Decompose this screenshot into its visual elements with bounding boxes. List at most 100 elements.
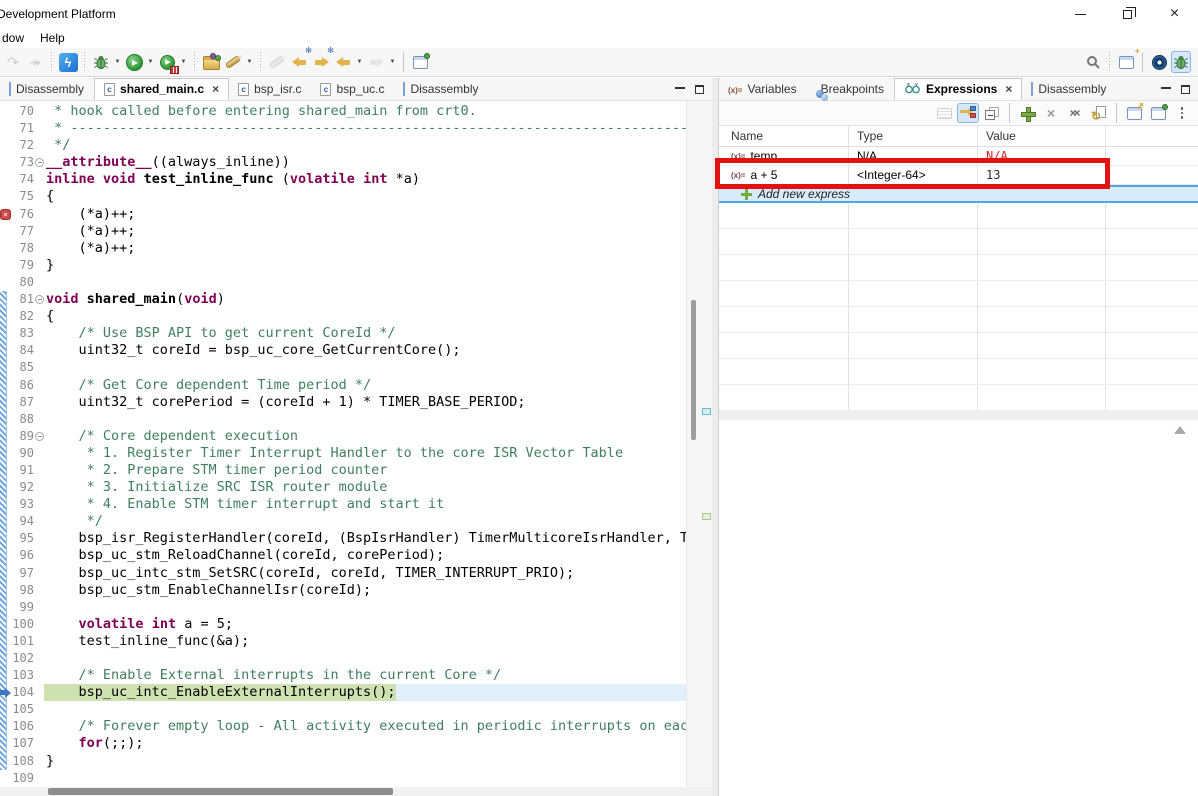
line-number[interactable]: 85	[10, 359, 34, 376]
gutter-marker-column[interactable]	[0, 240, 10, 257]
view-menu-icon[interactable]	[1171, 103, 1193, 123]
code-line[interactable]: ×76 (*a)++;	[0, 206, 686, 223]
gutter-marker-column[interactable]	[0, 633, 10, 650]
line-number[interactable]: 94	[10, 513, 34, 530]
line-number[interactable]: 106	[10, 718, 34, 735]
gutter-marker-column[interactable]	[0, 684, 10, 701]
code-line[interactable]: 91 * 2. Prepare STM timer period counter	[0, 462, 686, 479]
line-number[interactable]: 81	[10, 291, 34, 308]
dropdown-arrow-icon[interactable]: ▼	[113, 59, 122, 65]
gutter-marker-column[interactable]	[0, 394, 10, 411]
gutter-marker-column[interactable]	[0, 137, 10, 154]
gutter-marker-column[interactable]	[0, 547, 10, 564]
line-number[interactable]: 73	[10, 154, 34, 171]
add-new-expression-row[interactable]: Add new express	[719, 185, 1198, 203]
line-number[interactable]: 92	[10, 479, 34, 496]
code-line[interactable]: 88	[0, 411, 686, 428]
line-number[interactable]: 103	[10, 667, 34, 684]
code-text[interactable]: */	[44, 513, 686, 530]
gutter-marker-column[interactable]	[0, 753, 10, 770]
code-text[interactable]: (*a)++;	[44, 206, 686, 223]
line-number[interactable]: 72	[10, 137, 34, 154]
line-number[interactable]: 89	[10, 428, 34, 445]
code-text[interactable]: /* Enable External interrupts in the cur…	[44, 667, 686, 684]
code-line[interactable]: 81void shared_main(void)	[0, 291, 686, 308]
debug-perspective-icon[interactable]	[1171, 51, 1191, 73]
code-text[interactable]: * 3. Initialize SRC ISR router module	[44, 479, 686, 496]
code-text[interactable]: {	[44, 188, 686, 205]
line-number[interactable]: 108	[10, 753, 34, 770]
open-new-window-icon[interactable]	[410, 51, 430, 73]
code-text[interactable]: * hook called before entering shared_mai…	[44, 103, 686, 120]
horizontal-scrollbar[interactable]	[0, 787, 712, 796]
gutter-marker-column[interactable]	[0, 291, 10, 308]
next-edit-location-icon[interactable]: ✻	[311, 51, 331, 73]
tab-close-icon[interactable]: ×	[1005, 82, 1012, 96]
gutter-marker-column[interactable]	[0, 103, 10, 120]
code-text[interactable]: * 1. Register Timer Interrupt Handler to…	[44, 445, 686, 462]
column-header-type[interactable]: Type	[849, 126, 978, 146]
tab-expressions[interactable]: xyExpressions×	[894, 78, 1022, 100]
line-number[interactable]: 78	[10, 240, 34, 257]
code-line[interactable]: 108}	[0, 753, 686, 770]
gutter-marker-column[interactable]	[0, 513, 10, 530]
run-icon[interactable]: ▶	[124, 51, 144, 73]
code-line[interactable]: 82{	[0, 308, 686, 325]
gutter-marker-column[interactable]	[0, 445, 10, 462]
last-edit-location-icon[interactable]: ✻	[289, 51, 309, 73]
code-text[interactable]: test_inline_func(&a);	[44, 633, 686, 650]
cpp-perspective-icon[interactable]	[1149, 51, 1169, 73]
menu-item-help[interactable]: Help	[32, 28, 73, 48]
code-text[interactable]: bsp_uc_stm_EnableChannelIsr(coreId);	[44, 582, 686, 599]
line-number[interactable]: 95	[10, 530, 34, 547]
code-text[interactable]: bsp_uc_intc_EnableExternalInterrupts();	[44, 684, 686, 701]
minimize-view-icon[interactable]	[1161, 86, 1171, 89]
code-line[interactable]: 89 /* Core dependent execution	[0, 428, 686, 445]
code-text[interactable]: inline void test_inline_func (volatile i…	[44, 171, 686, 188]
gutter-marker-column[interactable]	[0, 599, 10, 616]
tab-disassembly[interactable]: Disassembly	[1022, 78, 1116, 100]
remove-expression-icon[interactable]: ×	[1040, 103, 1062, 123]
code-text[interactable]: (*a)++;	[44, 240, 686, 257]
line-number[interactable]: 91	[10, 462, 34, 479]
code-line[interactable]: 83 /* Use BSP API to get current CoreId …	[0, 325, 686, 342]
dropdown-arrow-icon[interactable]: ▼	[179, 59, 188, 65]
code-text[interactable]	[44, 359, 686, 376]
reevaluate-icon[interactable]: ↻	[1088, 103, 1110, 123]
overview-marker-highlight[interactable]	[702, 513, 711, 520]
dropdown-arrow-icon[interactable]: ▼	[355, 59, 364, 65]
debug-icon[interactable]	[91, 51, 111, 73]
open-new-view-icon[interactable]: ➚	[1123, 103, 1145, 123]
code-text[interactable]: bsp_uc_stm_ReloadChannel(coreId, corePer…	[44, 547, 686, 564]
gutter-marker-column[interactable]	[0, 479, 10, 496]
gutter-marker-column[interactable]	[0, 565, 10, 582]
code-line[interactable]: 95 bsp_isr_RegisterHandler(coreId, (BspI…	[0, 530, 686, 547]
gutter-marker-column[interactable]	[0, 120, 10, 137]
code-area[interactable]: 70 * hook called before entering shared_…	[0, 101, 686, 787]
line-number[interactable]: 90	[10, 445, 34, 462]
code-text[interactable]: /* Forever empty loop - All activity exe…	[44, 718, 686, 735]
code-line[interactable]: 94 */	[0, 513, 686, 530]
code-line[interactable]: 71 * -----------------------------------…	[0, 120, 686, 137]
tab-disassembly[interactable]: Disassembly	[394, 78, 488, 100]
maximize-view-icon[interactable]	[695, 85, 704, 94]
line-number[interactable]: 107	[10, 735, 34, 752]
search-icon[interactable]	[1083, 51, 1103, 73]
line-number[interactable]: 83	[10, 325, 34, 342]
code-line[interactable]: 92 * 3. Initialize SRC ISR router module	[0, 479, 686, 496]
gutter-marker-column[interactable]	[0, 718, 10, 735]
gutter-marker-column[interactable]	[0, 650, 10, 667]
code-line[interactable]: 72 */	[0, 137, 686, 154]
line-number[interactable]: 109	[10, 770, 34, 787]
gutter-marker-column[interactable]	[0, 462, 10, 479]
gutter-marker-column[interactable]	[0, 735, 10, 752]
code-text[interactable]: bsp_uc_intc_stm_SetSRC(coreId, coreId, T…	[44, 565, 686, 582]
code-line[interactable]: 77 (*a)++;	[0, 223, 686, 240]
dropdown-arrow-icon[interactable]: ▼	[146, 59, 155, 65]
vertical-scrollbar-thumb[interactable]	[691, 300, 696, 440]
code-text[interactable]: }	[44, 257, 686, 274]
code-line[interactable]: 102	[0, 650, 686, 667]
gutter-marker-column[interactable]	[0, 770, 10, 787]
line-number[interactable]: 93	[10, 496, 34, 513]
scroll-up-arrow-icon[interactable]	[1174, 426, 1186, 434]
